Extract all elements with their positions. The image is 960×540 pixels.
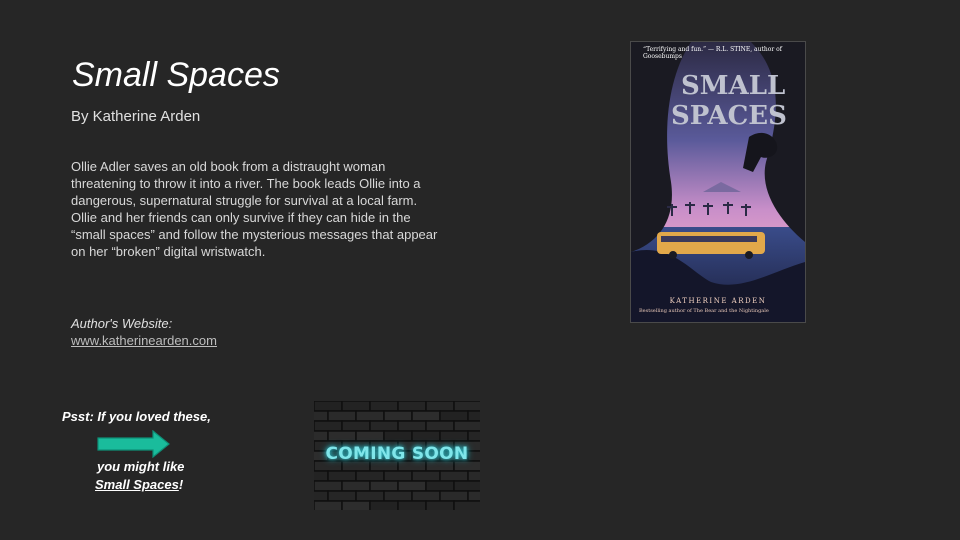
brick bbox=[314, 401, 343, 412]
brick bbox=[453, 420, 480, 432]
promo-book-title-link[interactable]: Small Spaces bbox=[95, 477, 179, 492]
brick bbox=[397, 500, 427, 510]
brick bbox=[369, 500, 399, 510]
brick bbox=[327, 410, 357, 422]
brick bbox=[369, 480, 399, 492]
brick bbox=[397, 401, 427, 412]
cover-author: KATHERINE ARDEN bbox=[669, 297, 767, 305]
brick bbox=[439, 490, 469, 502]
brick bbox=[397, 420, 427, 432]
brick bbox=[355, 410, 385, 422]
brick bbox=[369, 401, 399, 412]
cover-art-title-line1: SMALL bbox=[681, 71, 785, 101]
book-cover-illustration: SMALL SPACES bbox=[631, 42, 805, 322]
brick bbox=[314, 430, 329, 442]
author-website-link[interactable]: www.katherinearden.com bbox=[71, 333, 217, 348]
cover-art-title-line2: SPACES bbox=[671, 101, 787, 131]
brick bbox=[453, 480, 480, 492]
brick bbox=[314, 500, 343, 510]
brick bbox=[467, 490, 480, 502]
book-title: Small Spaces bbox=[72, 56, 280, 94]
brick bbox=[341, 480, 371, 492]
brick bbox=[411, 490, 441, 502]
brick bbox=[314, 480, 343, 492]
brick bbox=[411, 430, 441, 442]
coming-soon-text: COMING SOON bbox=[325, 444, 469, 464]
brick bbox=[383, 410, 413, 422]
brick bbox=[425, 480, 455, 492]
brick bbox=[341, 500, 371, 510]
book-author-byline: By Katherine Arden bbox=[71, 108, 201, 125]
coming-soon-image: COMING SOON bbox=[314, 401, 480, 510]
brick bbox=[327, 430, 357, 442]
brick bbox=[453, 401, 480, 412]
brick bbox=[467, 410, 480, 422]
brick bbox=[397, 480, 427, 492]
brick bbox=[439, 470, 469, 482]
promo-exclamation: ! bbox=[178, 477, 184, 492]
brick bbox=[439, 430, 469, 442]
brick bbox=[425, 401, 455, 412]
brick bbox=[383, 490, 413, 502]
brick bbox=[467, 430, 480, 442]
brick bbox=[327, 490, 357, 502]
brick bbox=[453, 500, 480, 510]
brick bbox=[411, 410, 441, 422]
brick bbox=[355, 490, 385, 502]
brick bbox=[425, 420, 455, 432]
brick bbox=[341, 401, 371, 412]
brick bbox=[355, 430, 385, 442]
brick bbox=[383, 470, 413, 482]
book-description: Ollie Adler saves an old book from a dis… bbox=[71, 159, 438, 259]
brick bbox=[314, 490, 329, 502]
brick bbox=[314, 420, 343, 432]
brick bbox=[369, 420, 399, 432]
brick bbox=[383, 430, 413, 442]
book-cover-image: SMALL SPACES “Terrifying and fun.” — R.L… bbox=[630, 41, 806, 323]
cover-subline: Bestselling author of The Bear and the N… bbox=[639, 308, 769, 314]
promo-book-title: Small Spaces! bbox=[95, 477, 183, 492]
author-website-label: Author's Website: bbox=[71, 316, 173, 331]
cover-quote: “Terrifying and fun.” — R.L. STINE, auth… bbox=[643, 46, 782, 60]
brick bbox=[425, 500, 455, 510]
brick bbox=[314, 470, 329, 482]
brick bbox=[341, 420, 371, 432]
promo-psst-text: Psst: If you loved these, bbox=[62, 409, 211, 424]
brick bbox=[439, 410, 469, 422]
promo-you-might-like-text: you might like bbox=[97, 459, 185, 474]
brick bbox=[411, 470, 441, 482]
brick bbox=[314, 410, 329, 422]
brick bbox=[467, 470, 480, 482]
brick bbox=[327, 470, 357, 482]
brick bbox=[355, 470, 385, 482]
